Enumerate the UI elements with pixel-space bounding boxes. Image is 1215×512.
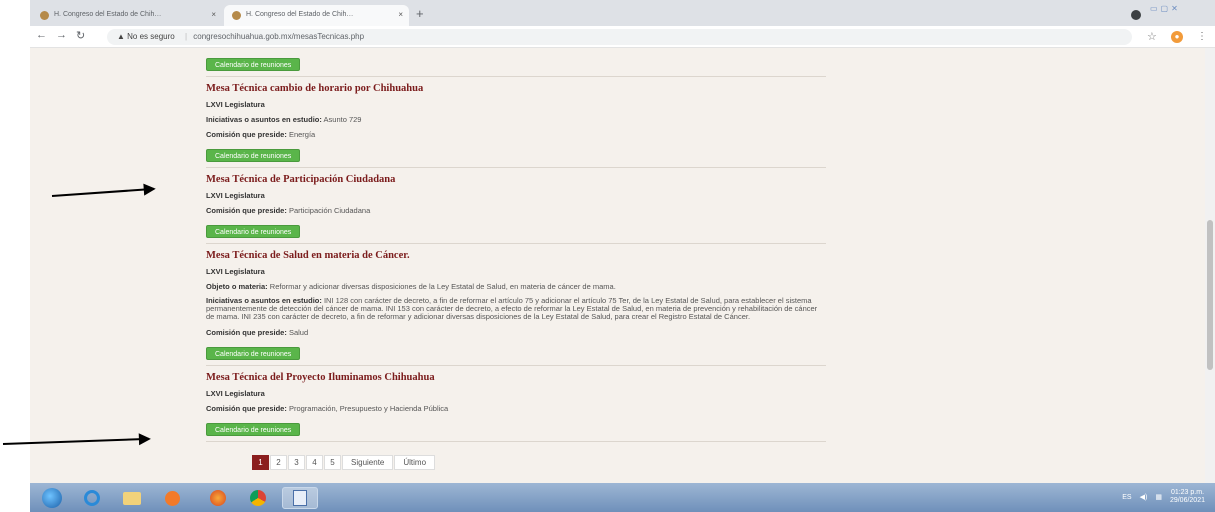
firefox-icon	[210, 490, 226, 506]
congreso-favicon-icon	[232, 11, 241, 20]
congreso-favicon-icon	[40, 11, 49, 20]
item-legislatura: LXVI Legislatura	[206, 191, 265, 200]
reload-icon[interactable]: ↻	[76, 29, 85, 42]
item-legislatura: LXVI Legislatura	[206, 267, 265, 276]
item-comision: Comisión que preside: Energía	[206, 130, 826, 139]
firefox-taskbar-button[interactable]	[200, 487, 236, 509]
record-indicator-icon	[1131, 10, 1141, 20]
objeto-label: Objeto o materia:	[206, 282, 268, 291]
volume-icon[interactable]: ◀)	[1140, 493, 1148, 501]
profile-avatar-icon[interactable]: ●	[1171, 31, 1183, 43]
start-button[interactable]	[34, 487, 70, 509]
internet-explorer-icon	[84, 490, 100, 506]
item-title: Mesa Técnica de Participación Ciudadana	[206, 174, 396, 185]
tab-2[interactable]: H. Congreso del Estado de Chih… ×	[224, 5, 409, 26]
back-arrow-icon[interactable]: ←	[36, 29, 47, 41]
calendar-button[interactable]: Calendario de reuniones	[206, 422, 301, 436]
divider	[206, 440, 826, 442]
comision-value: Participación Ciudadana	[286, 206, 371, 215]
window-controls[interactable]: ▭▢✕	[1150, 4, 1181, 13]
browser-menu-icon[interactable]: ⋮	[1197, 31, 1207, 42]
mesas-tecnicas-list: Calendario de reuniones Mesa Técnica cam…	[206, 48, 826, 448]
system-tray: ES ◀) ▦ 01:23 p.m. 29/06/2021	[1122, 489, 1205, 505]
clock-date: 29/06/2021	[1169, 497, 1205, 504]
list-item: Mesa Técnica de Salud en materia de Cánc…	[206, 250, 826, 366]
divider	[206, 364, 826, 366]
forward-arrow-icon[interactable]: →	[56, 29, 67, 41]
scrollbar-thumb[interactable]	[1207, 220, 1213, 370]
list-item: Mesa Técnica de Participación Ciudadana …	[206, 174, 826, 244]
item-title: Mesa Técnica cambio de horario por Chihu…	[206, 83, 424, 94]
comision-value: Programación, Presupuesto y Hacienda Púb…	[286, 403, 449, 413]
item-iniciativas: Iniciativas o asuntos en estudio: INI 12…	[206, 296, 826, 322]
item-legislatura: LXVI Legislatura	[206, 388, 265, 398]
bookmark-star-icon[interactable]: ☆	[1147, 30, 1157, 43]
last-page-button[interactable]: Último	[394, 455, 436, 470]
list-item: Mesa Técnica del Proyecto Iluminamos Chi…	[206, 372, 826, 442]
item-title: Mesa Técnica del Proyecto Iluminamos Chi…	[206, 371, 435, 383]
tab-1[interactable]: H. Congreso del Estado de Chih… ×	[32, 5, 222, 26]
item-comision: Comisión que preside: Participación Ciud…	[206, 206, 826, 215]
new-tab-button[interactable]: +	[416, 6, 424, 21]
page-5-button[interactable]: 5	[324, 455, 341, 470]
page-1-button[interactable]: 1	[252, 455, 269, 470]
comision-label: Comisión que preside:	[206, 403, 287, 413]
divider	[206, 76, 826, 77]
item-comision: Comisión que preside: Salud	[206, 328, 826, 337]
item-legislatura: LXVI Legislatura	[206, 100, 265, 109]
iniciativas-value: Asunto 729	[321, 115, 362, 124]
item-title: Mesa Técnica de Salud en materia de Cánc…	[206, 250, 410, 261]
item-objeto: Objeto o materia: Reformar y adicionar d…	[206, 282, 826, 291]
page-4-button[interactable]: 4	[306, 455, 323, 470]
comision-label: Comisión que preside:	[206, 327, 287, 337]
pagination: 1 2 3 4 5 Siguiente Último	[252, 455, 436, 470]
calendar-button[interactable]: Calendario de reuniones	[206, 225, 301, 238]
taskbar-clock[interactable]: 01:23 p.m. 29/06/2021	[1170, 489, 1205, 505]
network-icon[interactable]: ▦	[1155, 493, 1162, 501]
tab-1-close-icon[interactable]: ×	[211, 10, 216, 19]
word-taskbar-button[interactable]	[282, 487, 318, 509]
comision-value: Energía	[286, 130, 316, 139]
iniciativas-label: Iniciativas o asuntos en estudio:	[206, 115, 322, 124]
not-secure-warning[interactable]: ▲ No es seguro	[117, 32, 175, 41]
chrome-taskbar-button[interactable]	[240, 487, 276, 509]
page-3-button[interactable]: 3	[288, 455, 305, 470]
calendar-button[interactable]: Calendario de reuniones	[206, 58, 301, 71]
comision-value: Salud	[286, 327, 309, 337]
next-page-button[interactable]: Siguiente	[342, 455, 394, 470]
media-player-icon	[164, 490, 180, 506]
divider	[206, 243, 826, 244]
comision-label: Comisión que preside:	[206, 130, 287, 139]
divider	[206, 167, 826, 168]
chrome-icon	[250, 490, 266, 506]
tab-2-close-icon[interactable]: ×	[398, 10, 403, 19]
list-item: Mesa Técnica cambio de horario por Chihu…	[206, 83, 826, 168]
address-separator: |	[184, 32, 188, 41]
calendar-button[interactable]: Calendario de reuniones	[206, 149, 301, 162]
objeto-value: Reformar y adicionar diversas disposicio…	[267, 282, 616, 291]
language-indicator[interactable]: ES	[1122, 494, 1131, 501]
browser-toolbar: ← → ↻ ▲ No es seguro | congresochihuahua…	[30, 26, 1215, 48]
comision-label: Comisión que preside:	[206, 206, 287, 215]
document-icon	[293, 490, 307, 506]
tab-2-label: H. Congreso del Estado de Chih…	[246, 11, 354, 18]
url-text[interactable]: congresochihuahua.gob.mx/mesasTecnicas.p…	[193, 32, 364, 41]
item-comision: Comisión que preside: Programación, Pres…	[206, 404, 826, 413]
address-bar[interactable]: ▲ No es seguro | congresochihuahua.gob.m…	[107, 29, 1132, 45]
media-player-taskbar-button[interactable]	[154, 487, 190, 509]
tab-bar: H. Congreso del Estado de Chih… × H. Con…	[30, 0, 1215, 26]
tab-1-label: H. Congreso del Estado de Chih…	[54, 11, 162, 18]
folder-icon	[123, 491, 141, 505]
page-2-button[interactable]: 2	[270, 455, 287, 470]
screenshot-root: H. Congreso del Estado de Chih… × H. Con…	[0, 0, 1215, 512]
internet-explorer-taskbar-button[interactable]	[74, 487, 110, 509]
browser-window: H. Congreso del Estado de Chih… × H. Con…	[30, 0, 1215, 483]
clock-time: 01:23 p.m.	[1170, 489, 1205, 496]
windows-logo-icon	[42, 488, 62, 508]
calendar-button[interactable]: Calendario de reuniones	[206, 346, 301, 360]
file-explorer-taskbar-button[interactable]	[114, 487, 150, 509]
item-iniciativas: Iniciativas o asuntos en estudio: Asunto…	[206, 115, 826, 124]
windows-taskbar: ES ◀) ▦ 01:23 p.m. 29/06/2021	[30, 483, 1215, 512]
page-content-area: Calendario de reuniones Mesa Técnica cam…	[30, 48, 1205, 483]
